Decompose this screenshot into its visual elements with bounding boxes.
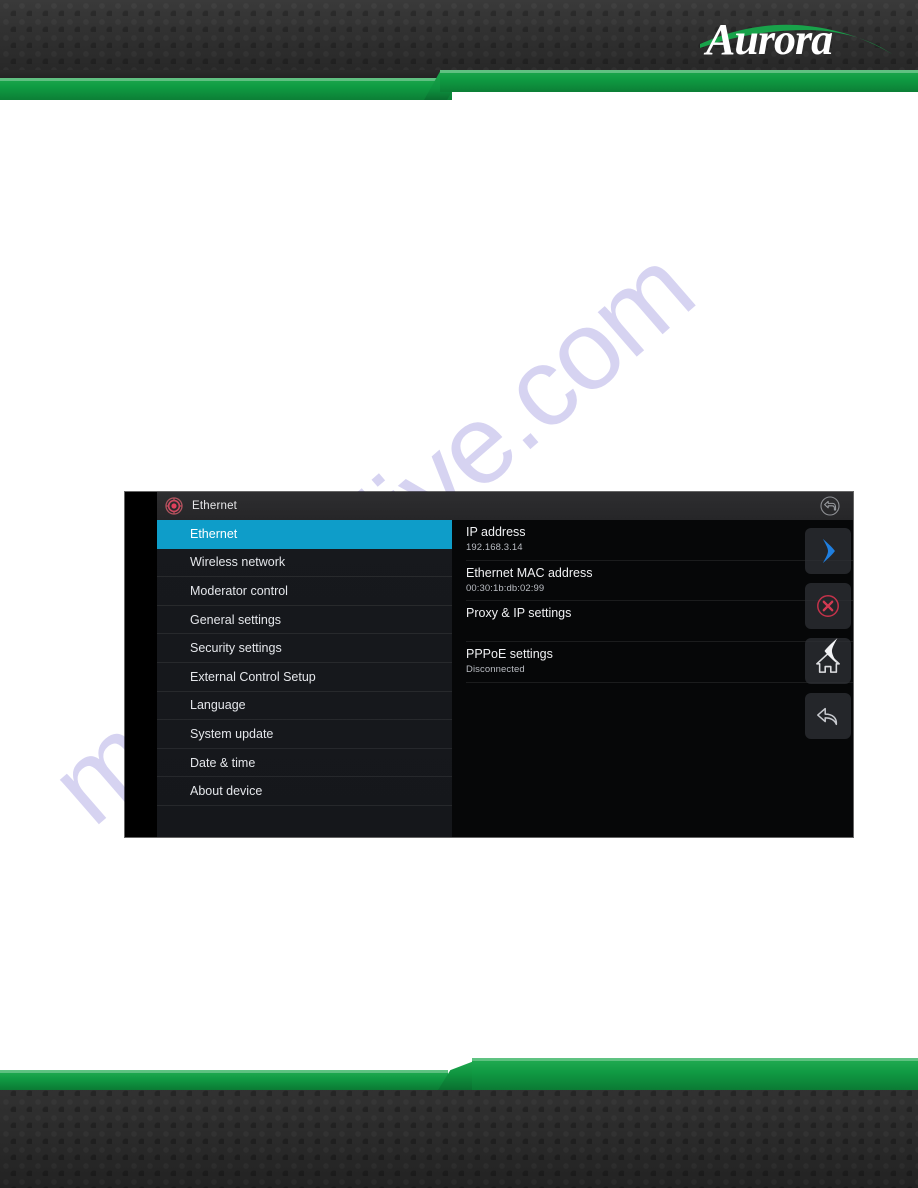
undo-button[interactable] — [805, 693, 851, 739]
return-arrow-circle-icon[interactable] — [819, 495, 841, 517]
sidebar-item-external-control-setup[interactable]: External Control Setup — [157, 663, 452, 692]
setting-title: PPPoE settings — [466, 647, 553, 661]
sidebar-item-label: Language — [190, 698, 246, 713]
sidebar-item-label: Ethernet — [190, 526, 238, 541]
sidebar-item-general-settings[interactable]: General settings — [157, 606, 452, 635]
sidebar-item-language[interactable]: Language — [157, 692, 452, 721]
sidebar-item-label: About device — [190, 784, 263, 799]
page-footer — [0, 1080, 918, 1188]
setting-value: Disconnected — [466, 664, 525, 675]
page-header: Aurora — [0, 0, 918, 78]
sidebar-item-wireless-network[interactable]: Wireless network — [157, 549, 452, 578]
setting-title: IP address — [466, 525, 526, 539]
settings-sidebar: Ethernet Wireless network Moderator cont… — [157, 520, 452, 837]
settings-content: IP address 192.168.3.14 Ethernet MAC add… — [452, 520, 853, 837]
sidebar-item-label: External Control Setup — [190, 669, 316, 684]
sidebar-item-date-time[interactable]: Date & time — [157, 749, 452, 778]
chevron-right-icon — [815, 536, 841, 566]
device-screenshot: Ethernet Ethernet Wireless network Moder… — [125, 492, 853, 837]
header-stripe-left — [0, 78, 452, 100]
footer-stripe-left — [0, 1070, 448, 1090]
sidebar-item-label: Wireless network — [190, 555, 286, 570]
device-titlebar: Ethernet — [157, 492, 853, 520]
setting-title: Proxy & IP settings — [466, 606, 572, 620]
setting-row-ethernet-mac-address[interactable]: Ethernet MAC address 00:30:1b:db:02:99 — [466, 561, 853, 601]
device-body: Ethernet Wireless network Moderator cont… — [157, 520, 853, 837]
sidebar-item-system-update[interactable]: System update — [157, 720, 452, 749]
setting-value: 00:30:1b:db:02:99 — [466, 582, 545, 594]
sidebar-item-label: General settings — [190, 612, 282, 627]
sidebar-filler — [157, 806, 452, 836]
footer-stripe-right — [472, 1058, 918, 1090]
header-dark-fill-left — [0, 70, 440, 78]
sidebar-item-label: Security settings — [190, 641, 282, 656]
setting-title: Ethernet MAC address — [466, 565, 593, 580]
chevron-right-button[interactable] — [805, 528, 851, 574]
back-chevron-icon — [819, 638, 843, 671]
setting-row-ip-address[interactable]: IP address 192.168.3.14 — [466, 520, 853, 561]
footer-green-stripe — [0, 1056, 918, 1090]
sidebar-item-moderator-control[interactable]: Moderator control — [157, 577, 452, 606]
sidebar-item-security-settings[interactable]: Security settings — [157, 634, 452, 663]
setting-row-pppoe-settings[interactable]: PPPoE settings Disconnected — [466, 642, 853, 683]
sidebar-item-about-device[interactable]: About device — [157, 777, 452, 806]
device-title: Ethernet — [192, 500, 238, 512]
device-screen: Ethernet Ethernet Wireless network Moder… — [157, 492, 853, 837]
setting-value: 192.168.3.14 — [466, 542, 523, 553]
svg-text:Aurora: Aurora — [703, 15, 832, 64]
sidebar-item-ethernet[interactable]: Ethernet — [157, 520, 452, 549]
setting-row-proxy-ip-settings[interactable]: Proxy & IP settings — [466, 601, 853, 642]
close-button[interactable] — [805, 583, 851, 629]
aurora-logo: Aurora — [696, 8, 896, 70]
close-circle-icon — [815, 593, 841, 619]
sidebar-item-label: System update — [190, 726, 274, 741]
sidebar-item-label: Moderator control — [190, 583, 288, 598]
undo-arrow-icon — [814, 703, 842, 729]
settings-gear-icon — [164, 496, 184, 516]
device-left-bezel — [125, 492, 157, 837]
header-stripe-right — [440, 70, 918, 92]
back-chevron-button[interactable] — [819, 635, 843, 672]
sidebar-item-label: Date & time — [190, 755, 256, 770]
header-green-stripe — [0, 70, 918, 104]
